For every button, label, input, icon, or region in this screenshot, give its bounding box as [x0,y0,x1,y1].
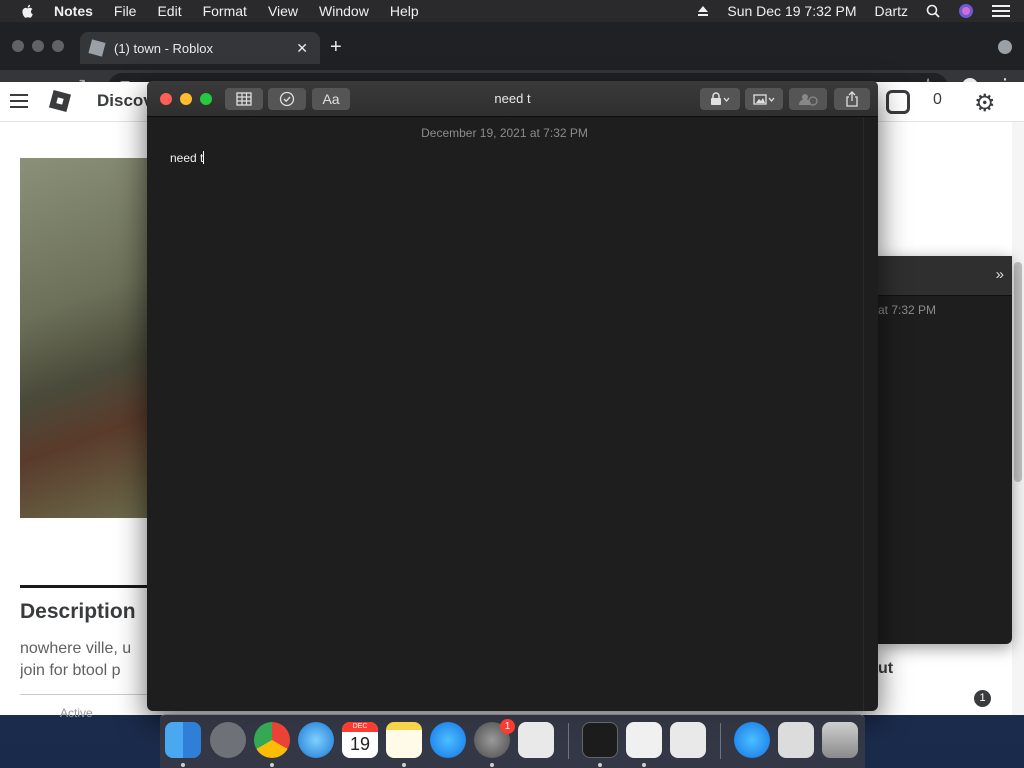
page-scrollbar[interactable] [1012,122,1024,715]
finder-icon[interactable] [165,722,201,758]
checklist-button[interactable] [268,88,306,110]
chrome-traffic-lights[interactable] [12,40,64,52]
safari-icon[interactable] [298,722,334,758]
tab-title: (1) town - Roblox [114,40,213,56]
search-icon[interactable] [926,4,940,18]
terminal-running-dot [598,763,602,767]
hamburger-menu-icon[interactable] [10,94,28,108]
notes-titlebar[interactable]: need t Aa [147,81,878,117]
menu-view[interactable]: View [268,0,298,22]
dock-separator [568,723,569,759]
note-body-editor[interactable]: need t [170,151,205,165]
app-store-folder-icon[interactable] [734,722,770,758]
tab-close-icon[interactable]: ✕ [296,40,308,57]
notes-back-time: at 7:32 PM [878,303,937,317]
note-body-text: need t [170,151,204,165]
app-store-icon[interactable] [430,722,466,758]
note-date: December 19, 2021 at 7:32 PM [421,126,588,140]
system-preferences-running-dot [490,763,494,767]
table-icon [236,92,252,106]
menu-clock[interactable]: Sun Dec 19 7:32 PM [727,0,856,22]
nav-discover[interactable]: Discov [97,91,153,111]
page-scroll-thumb[interactable] [1014,262,1022,482]
menu-format[interactable]: Format [203,0,247,22]
checklist-icon [279,91,295,107]
share-icon [846,91,858,107]
finder-running-dot [181,763,185,767]
stat-active-label: Active [60,706,93,720]
chrome-tab-strip: (1) town - Roblox ✕ + [0,22,1024,70]
notes-icon[interactable] [386,722,422,758]
description-title: Description [20,600,136,623]
roblox-icon[interactable] [518,722,554,758]
menu-app-name[interactable]: Notes [54,0,93,22]
terminal-icon[interactable] [582,722,618,758]
menu-help[interactable]: Help [390,0,419,22]
notes-window: need t Aa December 19, 2021 at 7:32 PM n… [147,81,878,711]
chrome-tab-roblox[interactable]: (1) town - Roblox ✕ [80,32,320,64]
description-divider [20,694,148,695]
notes-window-background[interactable]: » at 7:32 PM [878,256,1012,644]
apple-icon[interactable] [20,3,36,19]
textedit-running-dot [642,763,646,767]
roblox-studio-icon[interactable] [670,722,706,758]
notes-back-toolbar: » [878,256,1012,296]
description-line-2: join for btool p [20,662,121,679]
siri-icon[interactable] [958,3,974,19]
menu-bar: Notes File Edit Format View Window Help … [0,0,1024,22]
format-button[interactable]: Aa [312,88,350,110]
dock: DEC 19 1 [160,714,865,768]
robux-icon[interactable] [886,90,910,114]
chrome-icon[interactable] [254,722,290,758]
share-button[interactable] [834,88,870,110]
note-scroll-divider [863,118,864,711]
tab-underline [20,550,148,588]
description-line-1: nowhere ville, u [20,640,132,657]
roblox-favicon-icon [88,39,106,57]
calendar-month: DEC [342,722,378,732]
window-maximize-button[interactable] [200,93,212,105]
media-icon [753,94,775,105]
calendar-day: 19 [349,734,371,754]
roblox-logo-icon[interactable] [48,89,72,113]
settings-badge: 1 [500,719,515,734]
menu-file[interactable]: File [114,0,137,22]
calendar-icon[interactable]: DEC 19 [342,722,378,758]
new-tab-button[interactable]: + [330,36,342,59]
menu-user[interactable]: Dartz [875,0,908,22]
eject-icon[interactable] [697,5,709,17]
chrome-running-dot [270,763,274,767]
launchpad-icon[interactable] [210,722,246,758]
collaborate-icon [799,94,818,106]
description-text: nowhere ville, u join for btool p [20,638,150,682]
downloads-icon[interactable] [778,722,814,758]
menu-window[interactable]: Window [319,0,369,22]
control-center-icon[interactable] [992,4,1010,18]
lock-button[interactable] [700,88,740,110]
expand-chevron-icon[interactable]: » [996,266,1004,283]
textedit-icon[interactable] [626,722,662,758]
game-thumbnail[interactable] [20,158,148,518]
collaborate-button[interactable] [789,88,827,110]
dock-separator-2 [720,723,721,759]
window-close-button[interactable] [160,93,172,105]
page-right-text: ut [878,660,894,677]
window-minimize-button[interactable] [180,93,192,105]
settings-gear-icon[interactable]: ⚙ [974,89,996,118]
notes-running-dot [402,763,406,767]
text-cursor [203,151,205,164]
notification-badge: 1 [974,690,991,707]
tab-search-icon[interactable] [998,40,1012,54]
trash-icon[interactable] [822,722,858,758]
lock-note-icon [711,92,730,105]
table-button[interactable] [225,88,263,110]
menu-edit[interactable]: Edit [157,0,181,22]
media-button[interactable] [745,88,783,110]
robux-count[interactable]: 0 [933,91,942,109]
